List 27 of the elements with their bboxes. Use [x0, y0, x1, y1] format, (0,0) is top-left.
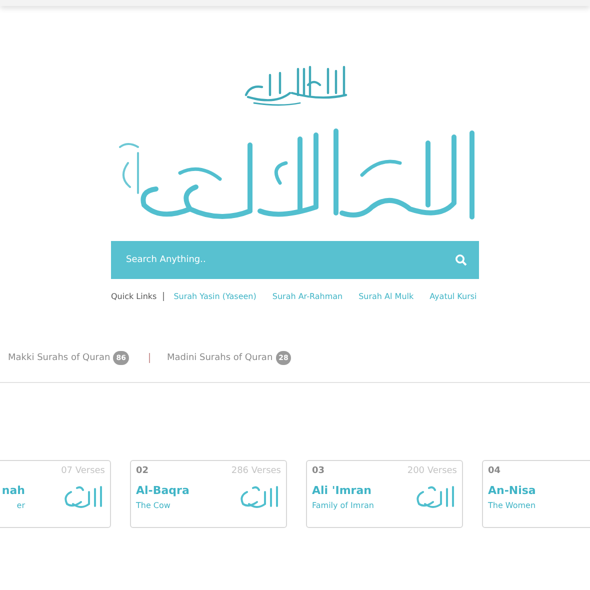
surah-card[interactable]: 02 286 Verses Al-Baqra The Cow: [130, 460, 287, 528]
surah-tab[interactable]: Makki Surahs of Quran: [8, 353, 110, 363]
surah-card[interactable]: 07 Verses nah er: [0, 460, 111, 528]
quick-link[interactable]: Ayatul Kursi: [430, 292, 477, 301]
surah-name: An-Nisa: [488, 484, 536, 497]
surah-name: nah: [0, 484, 25, 497]
surah-meaning: er: [16, 501, 25, 510]
surah-meaning: The Cow: [136, 501, 172, 510]
quick-link[interactable]: Surah Al Mulk: [358, 292, 414, 301]
verse-count: 200 Verses: [407, 466, 457, 476]
surah-tab[interactable]: Madini Surahs of Quran: [166, 353, 273, 363]
surah-meaning: Family of Imran: [312, 501, 374, 510]
quick-links-label: Quick Links: [111, 292, 157, 301]
surah-card[interactable]: 03 200 Verses Ali 'Imran Family of Imran: [306, 460, 463, 528]
search-field[interactable]: Search Anything..: [111, 241, 479, 279]
surah-name: Ali 'Imran: [312, 484, 372, 497]
surah-name: Al-Baqra: [136, 484, 190, 497]
surah-card[interactable]: 04 An-Nisa The Women: [482, 460, 590, 528]
surah-number: 04: [488, 466, 501, 476]
surah-number: 03: [312, 466, 325, 476]
surah-meaning: The Women: [488, 501, 536, 510]
search-icon[interactable]: [455, 254, 467, 266]
verse-count: 286 Verses: [231, 466, 281, 476]
surah-number: 02: [136, 466, 149, 476]
verse-count: 07 Verses: [61, 466, 105, 476]
quick-link[interactable]: Surah Yasin (Yaseen): [174, 292, 256, 301]
quick-link[interactable]: Surah Ar-Rahman: [272, 292, 343, 301]
